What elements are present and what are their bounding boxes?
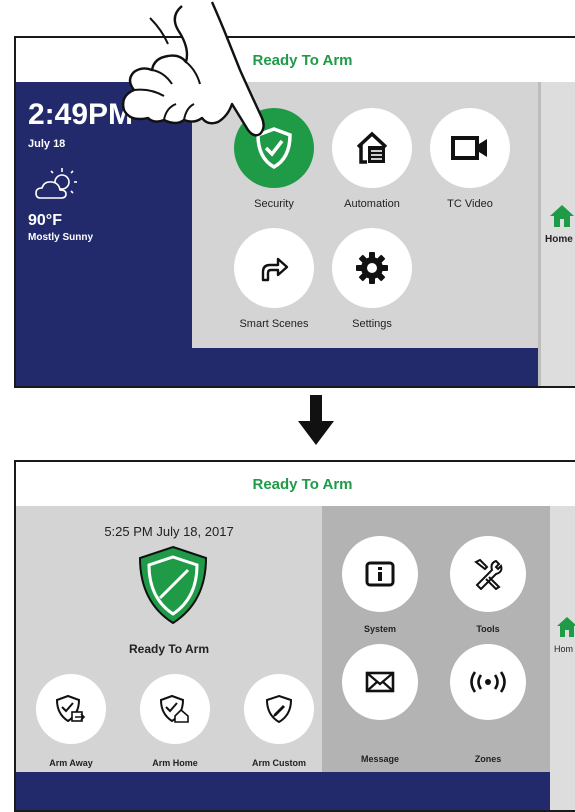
status-text: Ready To Arm (252, 475, 353, 493)
home-icon[interactable] (549, 204, 575, 228)
side-home-label: Hom (554, 644, 574, 654)
smart-scenes-label: Smart Scenes (239, 318, 309, 330)
arm-custom-button[interactable] (244, 674, 314, 744)
shield-status: Ready To Arm (128, 642, 209, 656)
arm-home-icon (160, 694, 189, 723)
clock-date: July 18 (28, 138, 66, 150)
info-icon (365, 561, 395, 587)
security-label: Security (254, 198, 294, 210)
side-home-label: Home (545, 234, 573, 245)
arm-home-button[interactable] (140, 674, 210, 744)
automation-label: Automation (344, 198, 400, 210)
status-bar: Ready To Arm (16, 462, 575, 508)
weather-description: Mostly Sunny (28, 232, 94, 243)
arrow-down-icon (298, 395, 334, 445)
envelope-icon (365, 671, 395, 693)
tc-video-tile[interactable] (430, 108, 510, 188)
zones-button[interactable] (450, 644, 526, 720)
settings-tile[interactable] (332, 228, 412, 308)
status-bar: Ready To Arm (16, 38, 575, 84)
arrow-up-right-icon (261, 257, 289, 282)
system-button[interactable] (342, 536, 418, 612)
home-screen-before: Ready To Arm 2:49PM July 18 90°F Mostly … (14, 36, 575, 388)
pointing-hand-illustration (121, 1, 265, 137)
tools-icon (474, 558, 503, 590)
automation-tile[interactable] (332, 108, 412, 188)
partly-sunny-icon (35, 168, 77, 199)
video-camera-icon (451, 136, 487, 160)
tools-panel: System Tools Message Zones (322, 506, 550, 772)
arm-away-icon (56, 694, 86, 723)
arm-custom-icon (265, 694, 293, 724)
temperature: 90°F (28, 212, 62, 229)
tools-button[interactable] (450, 536, 526, 612)
home-automation-icon (356, 131, 388, 164)
tools-label: Tools (476, 624, 500, 634)
wireless-zones-icon (470, 671, 506, 693)
home-icon[interactable] (556, 616, 575, 638)
clock-time: 2:49PM (28, 98, 134, 131)
arm-away-button[interactable] (36, 674, 106, 744)
message-button[interactable] (342, 644, 418, 720)
shield-icon (138, 545, 208, 625)
side-column: Hom (550, 506, 575, 810)
tc-video-label: TC Video (447, 198, 493, 210)
smart-scenes-tile[interactable] (234, 228, 314, 308)
security-screen-after: Ready To Arm 5:25 PM July 18, 2017 Ready… (14, 460, 575, 812)
arm-away-label: Arm Away (49, 758, 93, 768)
date-time: 5:25 PM July 18, 2017 (104, 524, 234, 539)
side-column: Home (541, 82, 575, 386)
arm-custom-label: Arm Custom (251, 758, 306, 768)
message-label: Message (360, 754, 400, 764)
system-label: System (363, 624, 397, 634)
gear-icon (356, 252, 388, 284)
bottom-bar (16, 772, 550, 810)
zones-label: Zones (474, 754, 502, 764)
security-panel: 5:25 PM July 18, 2017 Ready To Arm Arm A… (16, 506, 322, 772)
arm-home-label: Arm Home (152, 758, 198, 768)
bottom-bar (192, 348, 538, 386)
settings-label: Settings (352, 318, 392, 330)
